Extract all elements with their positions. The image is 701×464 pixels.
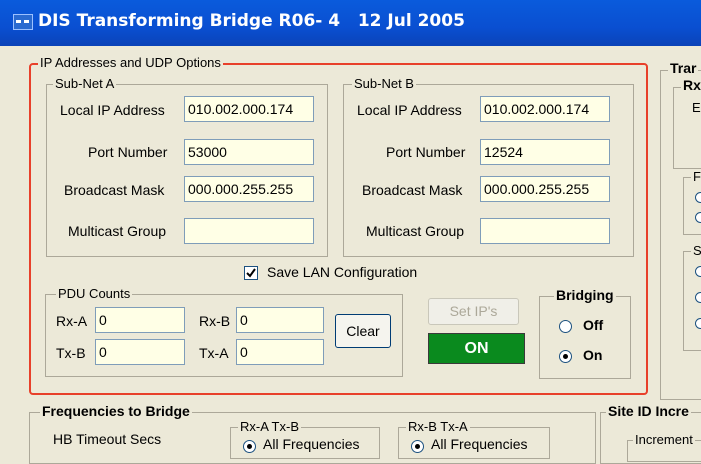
subnet-b-local-ip-label: Local IP Address xyxy=(357,102,462,118)
save-lan-label[interactable]: Save LAN Configuration xyxy=(267,264,417,280)
right-f-radio-1[interactable] xyxy=(695,192,701,203)
subnet-b-port-label: Port Number xyxy=(386,144,466,160)
subnet-a-broadcast-label: Broadcast Mask xyxy=(64,182,165,198)
subnet-a-port-field[interactable]: 53000 xyxy=(184,139,314,165)
hb-timeout-label: HB Timeout Secs xyxy=(53,431,162,447)
set-ips-button[interactable]: Set IP's xyxy=(428,298,519,325)
bridge-status-indicator: ON xyxy=(428,333,525,364)
increment-title: Increment xyxy=(633,432,695,447)
right-s-radio-1[interactable] xyxy=(695,266,701,277)
right-s-radio-2[interactable] xyxy=(695,292,701,303)
title-bar[interactable]: DIS Transforming Bridge R06- 4 12 Jul 20… xyxy=(0,0,701,46)
bridging-title: Bridging xyxy=(554,287,616,303)
rxa-txb-all-radio[interactable] xyxy=(243,440,256,453)
rxa-label: Rx-A xyxy=(56,313,88,329)
rx-fragment-label: E xyxy=(692,100,701,115)
site-id-title: Site ID Incre xyxy=(606,403,691,419)
subnet-a-title: Sub-Net A xyxy=(53,76,117,91)
bridging-on-label[interactable]: On xyxy=(583,347,602,363)
right-f-radio-2[interactable] xyxy=(695,212,701,223)
right-group-f xyxy=(683,177,701,235)
txb-label: Tx-B xyxy=(56,345,86,361)
subnet-b-broadcast-field[interactable]: 000.000.255.255 xyxy=(480,176,610,202)
txb-count-field[interactable]: 0 xyxy=(95,339,185,365)
clear-button[interactable]: Clear xyxy=(335,314,391,348)
pdu-counts-title: PDU Counts xyxy=(56,286,133,301)
frequencies-title: Frequencies to Bridge xyxy=(40,403,192,419)
bridging-off-label[interactable]: Off xyxy=(583,317,603,333)
subnet-a-broadcast-field[interactable]: 000.000.255.255 xyxy=(184,176,314,202)
subnet-a-port-label: Port Number xyxy=(88,144,168,160)
ip-options-title: IP Addresses and UDP Options xyxy=(38,55,223,70)
transforming-title: Trar xyxy=(668,60,699,76)
bridging-off-radio[interactable] xyxy=(559,320,572,333)
rxb-txa-all-radio[interactable] xyxy=(411,440,424,453)
rxa-txb-title: Rx-A Tx-B xyxy=(238,419,301,434)
subnet-a-local-ip-field[interactable]: 010.002.000.174 xyxy=(184,96,314,122)
subnet-b-port-field[interactable]: 12524 xyxy=(480,139,610,165)
subnet-a-local-ip-label: Local IP Address xyxy=(60,102,165,118)
right-s-radio-3[interactable] xyxy=(695,318,701,329)
rxa-count-field[interactable]: 0 xyxy=(95,307,185,333)
rxb-count-field[interactable]: 0 xyxy=(236,307,324,333)
save-lan-checkbox[interactable] xyxy=(244,266,258,280)
bridging-group xyxy=(539,296,631,379)
window-title: DIS Transforming Bridge R06- 4 12 Jul 20… xyxy=(38,11,465,31)
rxb-txa-title: Rx-B Tx-A xyxy=(406,419,470,434)
subnet-b-title: Sub-Net B xyxy=(352,76,416,91)
checkmark-icon xyxy=(246,268,256,278)
app-icon xyxy=(13,14,33,30)
right-group-f-title: F xyxy=(691,169,701,184)
subnet-a-multicast-field[interactable] xyxy=(184,218,314,244)
rxb-label: Rx-B xyxy=(199,313,231,329)
txa-label: Tx-A xyxy=(199,345,229,361)
subnet-b-multicast-label: Multicast Group xyxy=(366,223,465,239)
subnet-b-multicast-field[interactable] xyxy=(480,218,610,244)
subnet-b-local-ip-field[interactable]: 010.002.000.174 xyxy=(480,96,610,122)
bridging-on-radio[interactable] xyxy=(559,350,572,363)
subnet-a-multicast-label: Multicast Group xyxy=(68,223,167,239)
rx-title: Rx xyxy=(681,77,701,93)
subnet-b-broadcast-label: Broadcast Mask xyxy=(362,182,463,198)
txa-count-field[interactable]: 0 xyxy=(236,339,324,365)
right-group-s-title: S xyxy=(691,243,701,258)
